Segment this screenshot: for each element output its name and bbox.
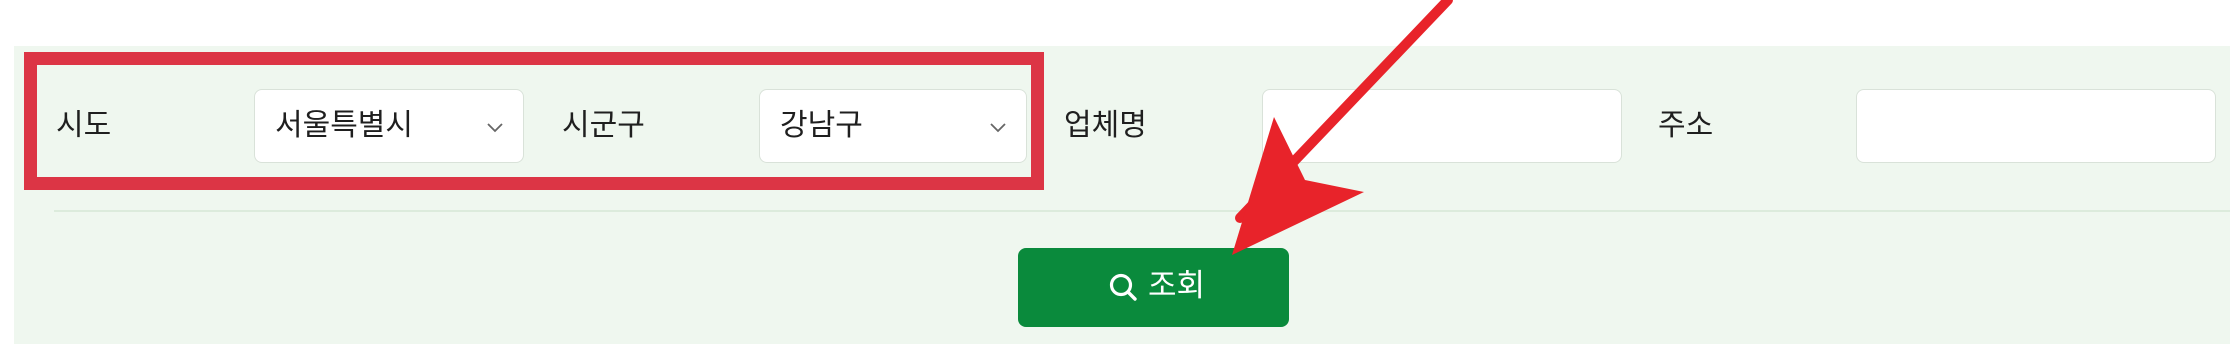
annotation-arrow	[1232, 0, 1453, 255]
